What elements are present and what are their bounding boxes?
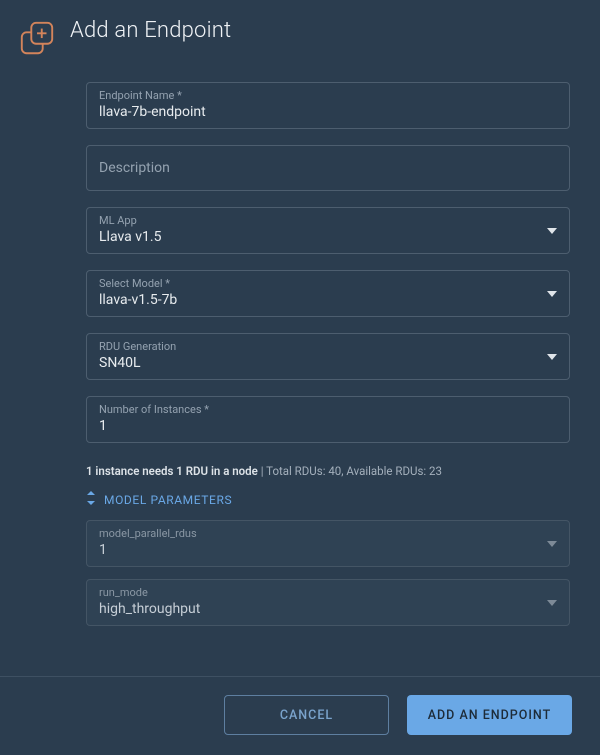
add-endpoint-button[interactable]: ADD AN ENDPOINT (407, 695, 572, 735)
chevron-down-icon (547, 541, 557, 547)
select-model-select[interactable]: Select Model * llava-v1.5-7b (86, 270, 570, 317)
model-parallel-rdus-select[interactable]: model_parallel_rdus 1 (86, 520, 570, 567)
ml-app-label: ML App (99, 214, 535, 227)
ml-app-value: Llava v1.5 (99, 229, 535, 245)
dialog-header: Add an Endpoint (0, 0, 600, 66)
add-endpoint-button-label: ADD AN ENDPOINT (428, 708, 552, 723)
rdu-info-line: 1 instance needs 1 RDU in a node | Total… (86, 463, 570, 479)
expand-collapse-icon (86, 491, 96, 508)
dialog-title: Add an Endpoint (70, 18, 231, 43)
select-model-value: llava-v1.5-7b (99, 292, 535, 308)
model-parallel-rdus-value: 1 (99, 542, 557, 558)
num-instances-value: 1 (99, 418, 557, 434)
rdu-generation-value: SN40L (99, 355, 535, 371)
num-instances-label: Number of Instances * (99, 403, 557, 416)
cancel-button[interactable]: CANCEL (224, 695, 389, 735)
description-placeholder: Description (99, 160, 557, 176)
run-mode-select[interactable]: run_mode high_throughput (86, 579, 570, 626)
chevron-down-icon (547, 291, 557, 297)
rdu-generation-select[interactable]: RDU Generation SN40L (86, 333, 570, 380)
model-parameters-label: MODEL PARAMETERS (104, 493, 232, 507)
endpoint-name-value: llava-7b-endpoint (99, 104, 557, 120)
chevron-down-icon (547, 600, 557, 606)
rdu-info-bold: 1 instance needs 1 RDU in a node (86, 464, 258, 478)
description-field[interactable]: Description (86, 145, 570, 191)
num-instances-field[interactable]: Number of Instances * 1 (86, 396, 570, 443)
ml-app-select[interactable]: ML App Llava v1.5 (86, 207, 570, 254)
cancel-button-label: CANCEL (280, 708, 333, 723)
model-parallel-rdus-label: model_parallel_rdus (99, 527, 557, 540)
run-mode-value: high_throughput (99, 601, 557, 617)
select-model-label: Select Model * (99, 277, 535, 290)
run-mode-label: run_mode (99, 586, 557, 599)
chevron-down-icon (547, 354, 557, 360)
endpoint-name-label: Endpoint Name * (99, 89, 557, 102)
endpoint-name-field[interactable]: Endpoint Name * llava-7b-endpoint (86, 82, 570, 129)
add-endpoint-icon (18, 20, 56, 58)
rdu-generation-label: RDU Generation (99, 340, 535, 353)
form-area: Endpoint Name * llava-7b-endpoint Descri… (0, 66, 600, 676)
model-parameters-toggle[interactable]: MODEL PARAMETERS (86, 491, 570, 508)
rdu-info-rest: | Total RDUs: 40, Available RDUs: 23 (258, 464, 442, 478)
chevron-down-icon (547, 228, 557, 234)
dialog-footer: CANCEL ADD AN ENDPOINT (0, 677, 600, 755)
